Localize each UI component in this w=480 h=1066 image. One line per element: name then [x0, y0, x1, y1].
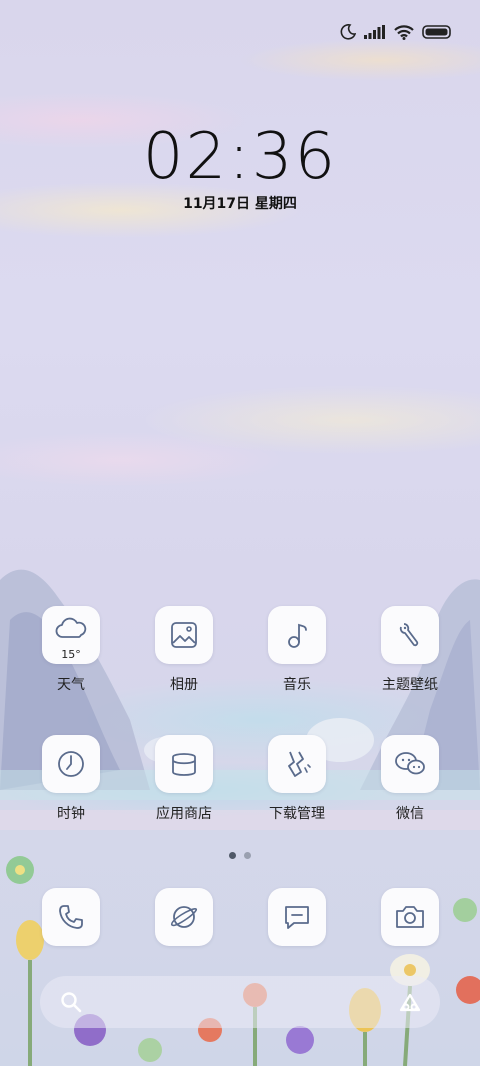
page-indicator — [0, 852, 480, 859]
app-label: 相册 — [170, 677, 198, 693]
browser-planet-icon — [171, 906, 197, 928]
messages-icon — [285, 906, 309, 929]
app-downloads[interactable]: 下载管理 — [247, 735, 347, 823]
gallery-icon — [171, 622, 197, 648]
battery-icon — [422, 25, 451, 39]
app-weather[interactable]: 15° 天气 — [21, 606, 121, 694]
dock-phone[interactable] — [21, 888, 121, 946]
app-label: 时钟 — [57, 806, 85, 822]
clock-icon — [58, 751, 84, 777]
moon-icon — [340, 24, 356, 40]
app-themes[interactable]: 主题壁纸 — [360, 606, 460, 694]
search-bar[interactable] — [40, 976, 440, 1028]
page-dot-active[interactable] — [229, 852, 236, 859]
clock-date: 11月17日 星期四 — [183, 196, 297, 212]
signal-icon — [364, 25, 385, 39]
dock-browser[interactable] — [134, 888, 234, 946]
app-music[interactable]: 音乐 — [247, 606, 347, 694]
dock-camera[interactable] — [360, 888, 460, 946]
search-icon[interactable] — [60, 991, 82, 1013]
weather-cloud-icon — [55, 617, 87, 638]
app-wechat[interactable]: 微信 — [360, 735, 460, 823]
app-label: 天气 — [57, 677, 85, 693]
dock-messages[interactable] — [247, 888, 347, 946]
app-label: 应用商店 — [156, 806, 212, 822]
app-store-icon — [172, 753, 196, 776]
app-store[interactable]: 应用商店 — [134, 735, 234, 823]
wechat-icon — [395, 752, 425, 775]
clock-time[interactable]: 02:36 — [0, 120, 480, 194]
page-dot[interactable] — [244, 852, 251, 859]
app-label: 下载管理 — [269, 806, 325, 822]
download-icon — [288, 751, 311, 777]
wifi-icon — [394, 24, 414, 40]
camera-icon — [396, 906, 424, 928]
home-screen: { "status_bar": {"icons": ["moon-icon","… — [0, 0, 480, 1066]
paintbrush-icon — [399, 623, 419, 647]
music-note-icon — [288, 623, 307, 648]
app-label: 音乐 — [283, 677, 311, 693]
phone-icon — [59, 905, 83, 929]
status-bar — [340, 20, 452, 44]
assistant-icon[interactable] — [398, 992, 422, 1012]
app-label: 主题壁纸 — [382, 677, 438, 693]
app-gallery[interactable]: 相册 — [134, 606, 234, 694]
app-clock[interactable]: 时钟 — [21, 735, 121, 823]
app-label: 微信 — [396, 806, 424, 822]
weather-temperature: 15° — [61, 648, 81, 661]
